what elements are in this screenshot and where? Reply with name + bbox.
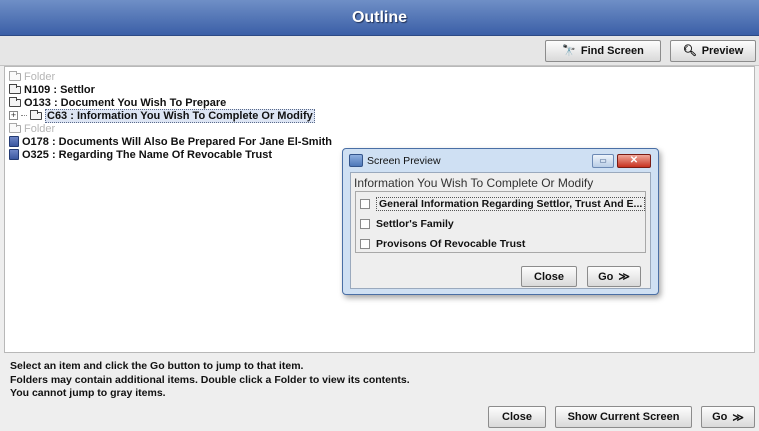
folder-icon (30, 109, 42, 120)
option-general-information[interactable]: General Information Regarding Settlor, T… (360, 197, 646, 211)
folder-icon (9, 83, 21, 94)
tree-item-label: O133 : Document You Wish To Prepare (24, 96, 227, 109)
checkbox[interactable] (360, 239, 370, 249)
app-icon (349, 154, 363, 167)
magnifier-icon: 🔍︎ (682, 44, 697, 57)
find-screen-button[interactable]: 🔭 Find Screen (545, 40, 661, 62)
checkbox[interactable] (360, 199, 370, 209)
tree-item-c63[interactable]: + C63 : Information You Wish To Complete… (9, 108, 315, 123)
dialog-heading: Information You Wish To Complete Or Modi… (354, 176, 594, 190)
instruction-line: Select an item and click the Go button t… (10, 360, 304, 372)
close-button-label: Close (502, 411, 532, 423)
option-label: Provisons Of Revocable Trust (376, 238, 526, 250)
preview-label: Preview (701, 45, 744, 57)
dialog-title: Screen Preview (367, 154, 441, 167)
go-button-label: Go (712, 411, 728, 423)
option-provisons-revocable-trust[interactable]: Provisons Of Revocable Trust (360, 237, 525, 251)
close-button[interactable]: Close (488, 406, 546, 428)
double-chevron-right-icon: ≫ (732, 411, 744, 424)
double-chevron-right-icon: ≫ (618, 271, 630, 283)
title-bar: Outline (0, 0, 759, 36)
window-title: Outline (351, 8, 408, 26)
dialog-go-button[interactable]: Go ≫ (587, 266, 641, 287)
tree-item-label: O178 : Documents Will Also Be Prepared F… (22, 135, 333, 148)
tree-item-folder-2: Folder (9, 122, 55, 135)
option-label: General Information Regarding Settlor, T… (376, 197, 646, 211)
option-settlors-family[interactable]: Settlor's Family (360, 217, 454, 231)
document-icon (9, 136, 19, 147)
tree-item-o178[interactable]: O178 : Documents Will Also Be Prepared F… (9, 135, 332, 148)
tree-item-label: Folder (24, 122, 56, 135)
document-icon (9, 149, 19, 160)
tree-item-o133[interactable]: O133 : Document You Wish To Prepare (9, 96, 226, 109)
instruction-line: You cannot jump to gray items. (10, 387, 166, 399)
tree-item-folder-1: Folder (9, 70, 55, 83)
expand-toggle-icon[interactable]: + (9, 111, 18, 120)
tree-item-label: N109 : Settlor (24, 83, 95, 96)
dialog-go-label: Go (598, 270, 614, 283)
tree-item-label: O325 : Regarding The Name Of Revocable T… (22, 148, 273, 161)
tree-item-label: C63 : Information You Wish To Complete O… (45, 108, 315, 123)
show-current-screen-label: Show Current Screen (567, 411, 680, 423)
outline-window: Outline 🔭 Find Screen 🔍︎ Preview Folder … (0, 0, 759, 431)
tree-item-o325[interactable]: O325 : Regarding The Name Of Revocable T… (9, 148, 272, 161)
folder-icon (9, 70, 21, 81)
instruction-line: Folders may contain additional items. Do… (10, 373, 410, 386)
tree-connector (21, 115, 27, 116)
tree-item-label: Folder (24, 70, 56, 83)
option-label: Settlor's Family (376, 218, 454, 230)
preview-button[interactable]: 🔍︎ Preview (670, 40, 756, 62)
folder-icon (9, 122, 21, 133)
binoculars-icon: 🔭 (562, 44, 576, 57)
show-current-screen-button[interactable]: Show Current Screen (555, 406, 692, 428)
options-group: General Information Regarding Settlor, T… (355, 191, 646, 253)
toolbar: 🔭 Find Screen 🔍︎ Preview (0, 36, 759, 66)
screen-preview-dialog: Screen Preview ▭ ✕ Information You Wish … (342, 148, 659, 295)
folder-icon (9, 96, 21, 107)
dialog-body: Information You Wish To Complete Or Modi… (350, 172, 651, 289)
dialog-close-label: Close (534, 270, 564, 283)
close-icon[interactable]: ✕ (617, 154, 651, 168)
checkbox[interactable] (360, 219, 370, 229)
tree-item-n109[interactable]: N109 : Settlor (9, 83, 95, 96)
instructions: Select an item and click the Go button t… (10, 360, 610, 401)
find-screen-label: Find Screen (580, 45, 644, 57)
dialog-close-button[interactable]: Close (521, 266, 577, 287)
go-button[interactable]: Go ≫ (701, 406, 755, 428)
minimize-icon[interactable]: ▭ (592, 154, 614, 168)
